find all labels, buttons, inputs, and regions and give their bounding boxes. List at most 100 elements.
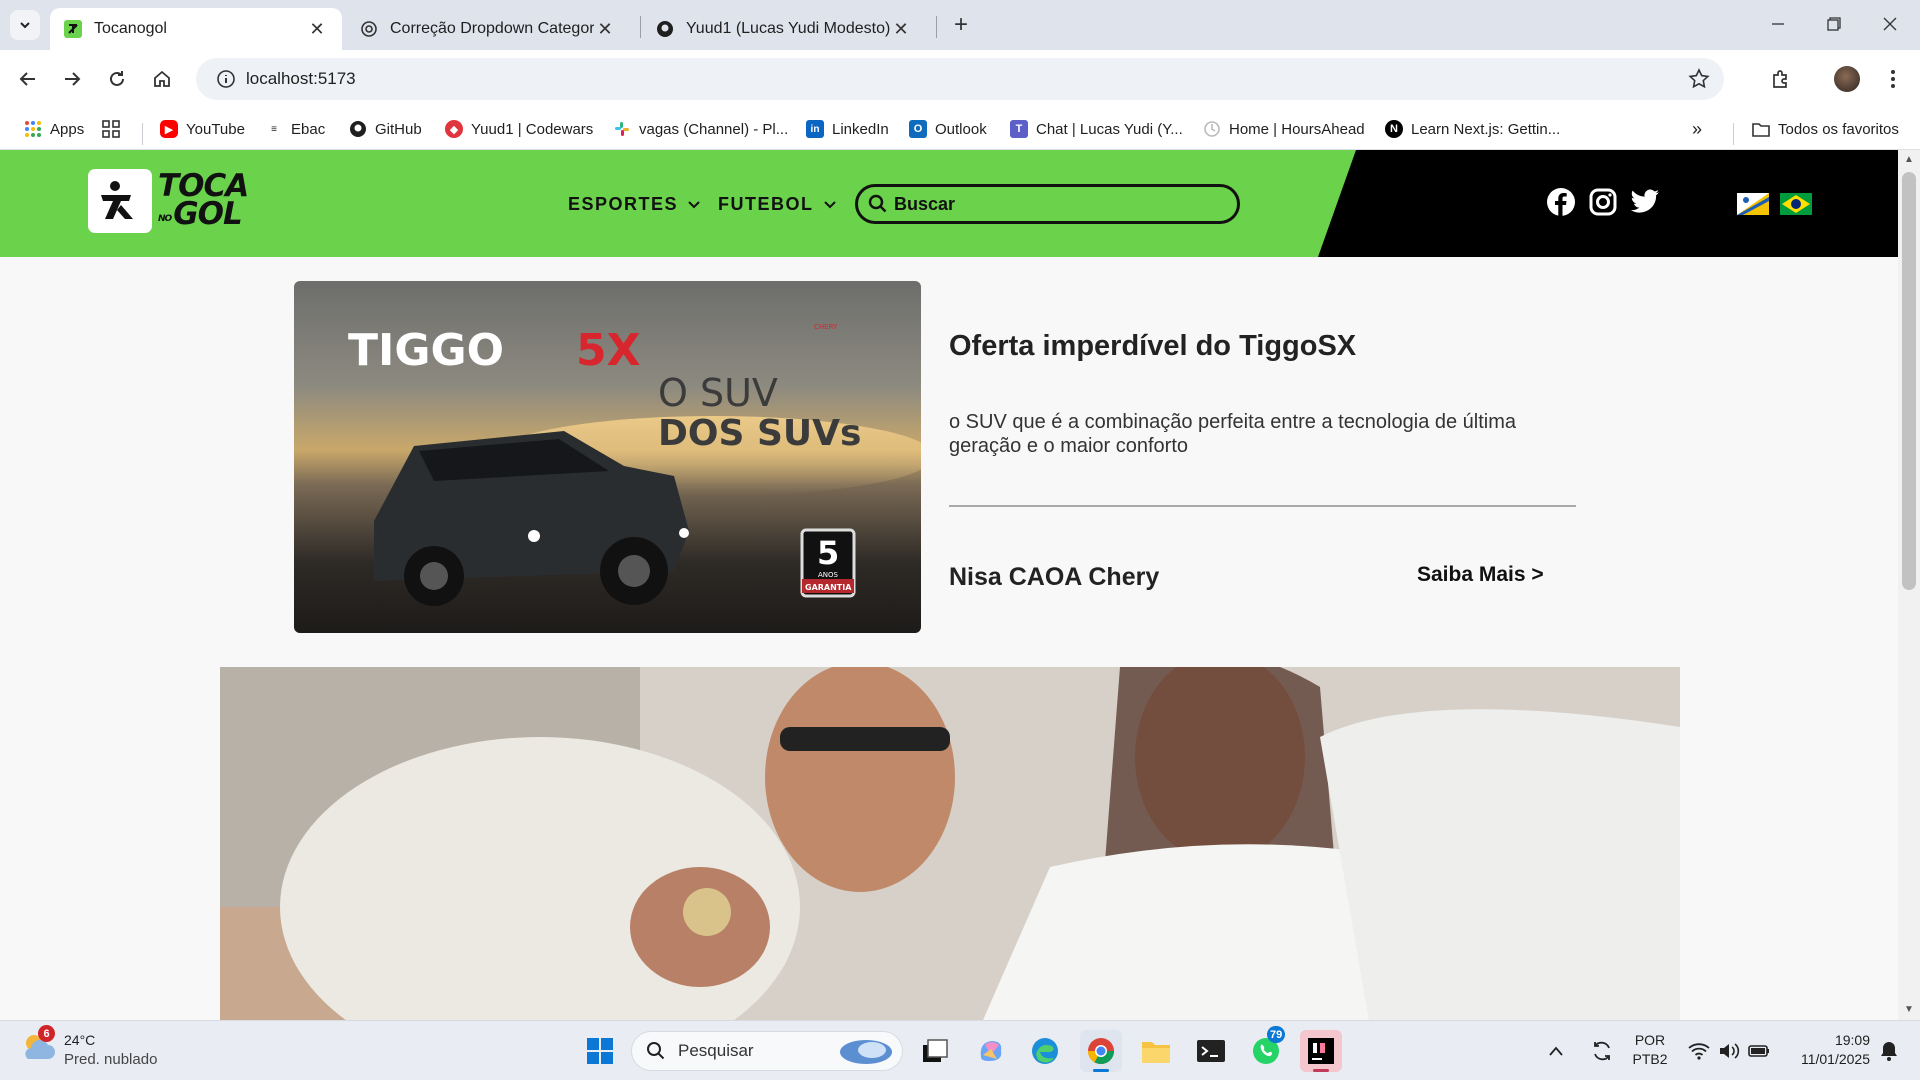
menu-label: ESPORTES (568, 194, 679, 214)
close-tab-icon[interactable]: ✕ (306, 18, 328, 40)
instagram-link[interactable] (1587, 186, 1619, 218)
bookmark-separator (142, 123, 143, 145)
taskbar-search[interactable]: Pesquisar (631, 1031, 903, 1071)
hero-photo (220, 667, 1680, 1020)
hoursahead-icon (1203, 120, 1221, 138)
weather-description[interactable]: Pred. nublado (64, 1050, 157, 1069)
browser-menu-button[interactable] (1877, 63, 1909, 95)
saiba-mais-link[interactable]: Saiba Mais > (1417, 563, 1544, 587)
whatsapp-button[interactable]: 79 (1245, 1026, 1287, 1072)
more-bookmarks-button[interactable]: » (1692, 116, 1702, 142)
ad-brand: Nisa CAOA Chery (949, 563, 1160, 591)
forward-button[interactable] (56, 63, 88, 95)
scroll-up-arrow-icon[interactable]: ▲ (1904, 154, 1914, 165)
terminal-button[interactable] (1190, 1030, 1232, 1072)
browser-tab-tocanogol[interactable]: Tocanogol ✕ (50, 8, 342, 50)
home-button[interactable] (146, 63, 178, 95)
show-hidden-icons-button[interactable] (1541, 1030, 1571, 1072)
bookmark-nextjs[interactable]: N Learn Next.js: Gettin... (1385, 116, 1560, 142)
bookmark-teams-chat[interactable]: T Chat | Lucas Yudi (Y... (1010, 116, 1183, 142)
bookmark-label: Home | HoursAhead (1229, 120, 1365, 138)
copilot-button[interactable] (970, 1030, 1012, 1072)
ad-banner-image[interactable]: TIGGO 5X O SUV DOS SUVs CHERY 5 ANOS GAR… (294, 281, 921, 633)
bookmark-label: Ebac (291, 120, 326, 138)
scrollbar-thumb[interactable] (1902, 172, 1916, 590)
browser-tab-github[interactable]: Yuud1 (Lucas Yudi Modesto) ✕ (642, 8, 926, 50)
github-icon (349, 120, 367, 138)
brazil-flag-icon[interactable] (1780, 193, 1812, 215)
sync-button[interactable] (1585, 1030, 1619, 1072)
ad-title: Oferta imperdível do TiggoSX (949, 330, 1357, 362)
language-indicator-1[interactable]: POR (1630, 1031, 1670, 1050)
chevron-down-icon (823, 200, 836, 208)
address-bar[interactable]: localhost:5173 (196, 58, 1724, 100)
tab-separator (640, 16, 641, 38)
address-url[interactable]: localhost:5173 (246, 69, 356, 89)
bookmark-star-icon[interactable] (1688, 68, 1710, 95)
restore-window-button[interactable] (1806, 0, 1862, 48)
browser-tab-correcao[interactable]: Correção Dropdown Categoria ✕ (346, 8, 630, 50)
bookmark-linkedin[interactable]: in LinkedIn (806, 116, 889, 142)
chrome-button[interactable] (1080, 1030, 1122, 1072)
all-bookmarks-folder[interactable]: Todos os favoritos (1752, 116, 1899, 142)
quick-settings-button[interactable] (1680, 1030, 1778, 1072)
bookmark-apps[interactable]: Apps (24, 116, 84, 142)
github-favicon-icon (656, 20, 674, 38)
task-view-button[interactable] (914, 1030, 956, 1072)
outlook-icon: O (909, 120, 927, 138)
weather-temperature[interactable]: 24°C (64, 1031, 95, 1050)
bookmark-codewars[interactable]: ◆ Yuud1 | Codewars (445, 116, 593, 142)
terminal-icon (1197, 1040, 1225, 1062)
start-button[interactable] (579, 1030, 621, 1072)
facebook-link[interactable] (1545, 186, 1577, 218)
notifications-button[interactable] (1874, 1030, 1904, 1072)
file-explorer-button[interactable] (1135, 1030, 1177, 1072)
site-logo[interactable]: TOCA NO GOL (88, 169, 249, 233)
new-tab-button[interactable]: + (948, 11, 974, 38)
scroll-down-arrow-icon[interactable]: ▼ (1904, 1004, 1914, 1015)
bookmark-hoursahead[interactable]: Home | HoursAhead (1203, 116, 1365, 142)
twitter-link[interactable] (1629, 186, 1661, 218)
bookmark-label: LinkedIn (832, 120, 889, 138)
ad-image-brand: TIGGO (348, 325, 504, 376)
back-button[interactable] (12, 63, 44, 95)
task-view-icon (923, 1039, 948, 1062)
tab-separator (936, 16, 937, 38)
youtube-icon: ▶ (160, 120, 178, 138)
profile-button[interactable] (1831, 63, 1863, 95)
edge-button[interactable] (1024, 1030, 1066, 1072)
bookmark-youtube[interactable]: ▶ YouTube (160, 116, 245, 142)
close-tab-icon[interactable]: ✕ (890, 18, 912, 40)
bookmark-ebac[interactable]: ≡ Ebac (265, 116, 325, 142)
tab-search-button[interactable] (10, 10, 40, 40)
language-indicator-2[interactable]: PTB2 (1630, 1050, 1670, 1069)
bookmark-label: Outlook (935, 120, 987, 138)
menu-futebol[interactable]: FUTEBOL (718, 194, 836, 215)
clock-time[interactable]: 19:09 (1780, 1031, 1870, 1050)
menu-esportes[interactable]: ESPORTES (568, 194, 700, 215)
clock-date[interactable]: 11/01/2025 (1780, 1050, 1870, 1069)
page-scrollbar[interactable]: ▲ ▼ (1898, 150, 1920, 1020)
reload-button[interactable] (101, 63, 133, 95)
bookmark-vagas[interactable]: vagas (Channel) - Pl... (613, 116, 788, 142)
minimize-window-button[interactable] (1750, 0, 1806, 48)
tab-groups-button[interactable] (102, 116, 128, 142)
chevron-down-icon (688, 200, 700, 208)
site-info-icon[interactable] (206, 69, 246, 89)
extensions-button[interactable] (1765, 63, 1797, 95)
close-tab-icon[interactable]: ✕ (594, 18, 616, 40)
search-input[interactable] (894, 193, 1214, 215)
site-search[interactable] (855, 184, 1240, 224)
more-vertical-icon (1891, 70, 1895, 88)
intellij-icon (1308, 1038, 1334, 1064)
close-window-button[interactable] (1862, 0, 1918, 48)
bookmark-outlook[interactable]: O Outlook (909, 116, 987, 142)
logo-wordmark: TOCA NO GOL (158, 171, 249, 230)
tab-groups-icon (102, 120, 120, 138)
bookmark-label: GitHub (375, 120, 422, 138)
hero-news-image[interactable] (220, 667, 1680, 1020)
weather-widget[interactable]: 6 (20, 1025, 60, 1071)
bookmark-github[interactable]: GitHub (349, 116, 422, 142)
intellij-button[interactable] (1300, 1030, 1342, 1072)
state-flag-icon[interactable] (1737, 193, 1769, 215)
